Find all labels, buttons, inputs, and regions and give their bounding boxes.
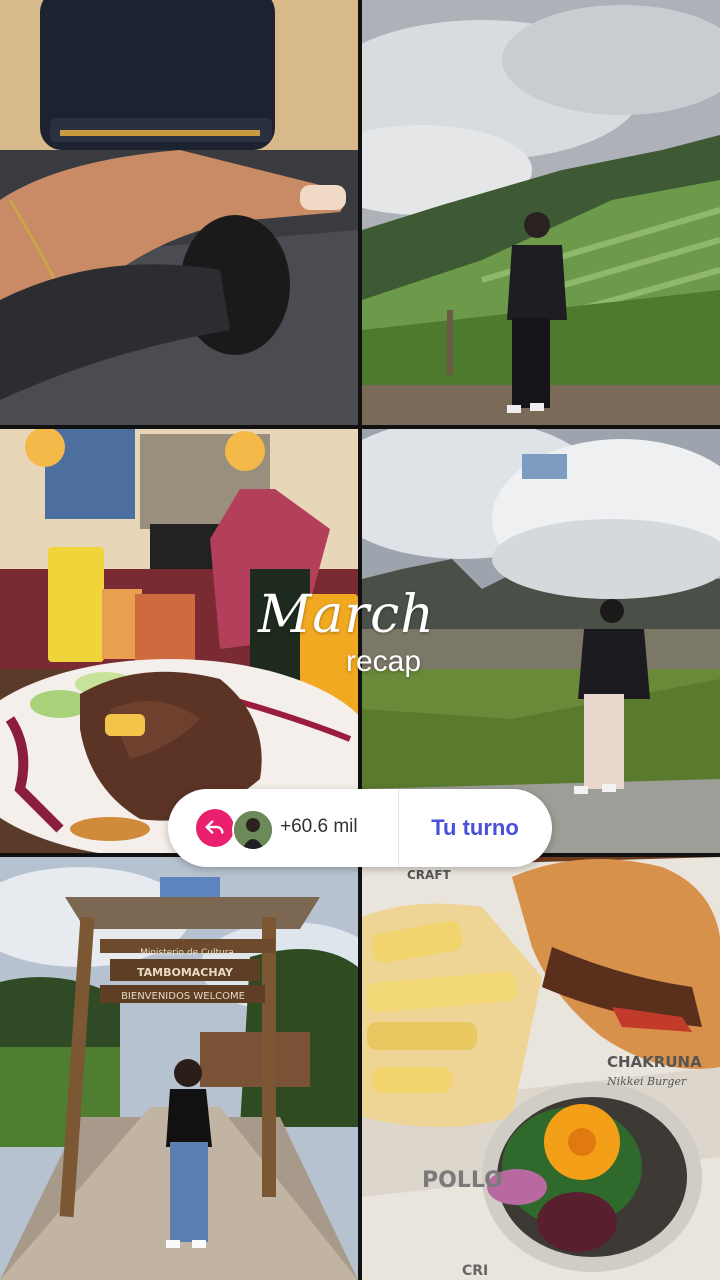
photo-tambomachay-gate: Ministerio de Cultura TAMBOMACHAY BIENVE…	[0, 857, 358, 1280]
photo-collage: Ministerio de Cultura TAMBOMACHAY BIENVE…	[0, 0, 720, 1280]
participant-count: +60.6 mil	[280, 816, 358, 837]
sign-line-1: Ministerio de Cultura	[140, 948, 234, 958]
avatar	[232, 809, 274, 851]
add-yours-sticker[interactable]: +60.6 mil Tu turno	[168, 789, 552, 867]
paper-brand: CHAKRUNA	[607, 1053, 702, 1071]
paper-top: CRAFT	[407, 868, 452, 882]
sign-line-3: BIENVENIDOS WELCOME	[121, 991, 245, 1002]
paper-bottom: CRI	[462, 1263, 488, 1279]
photo-wallet-hand	[0, 0, 358, 425]
photo-burger-fries: POLLO CHAKRUNA Nikkei Burger CRAFT CRI	[362, 857, 720, 1280]
paper-word: POLLO	[422, 1168, 503, 1193]
your-turn-button[interactable]: Tu turno	[398, 789, 552, 867]
paper-sub: Nikkei Burger	[606, 1075, 687, 1088]
sign-line-2: TAMBOMACHAY	[137, 966, 234, 979]
reply-arrow-icon	[196, 809, 234, 847]
photo-terraces	[362, 0, 720, 425]
